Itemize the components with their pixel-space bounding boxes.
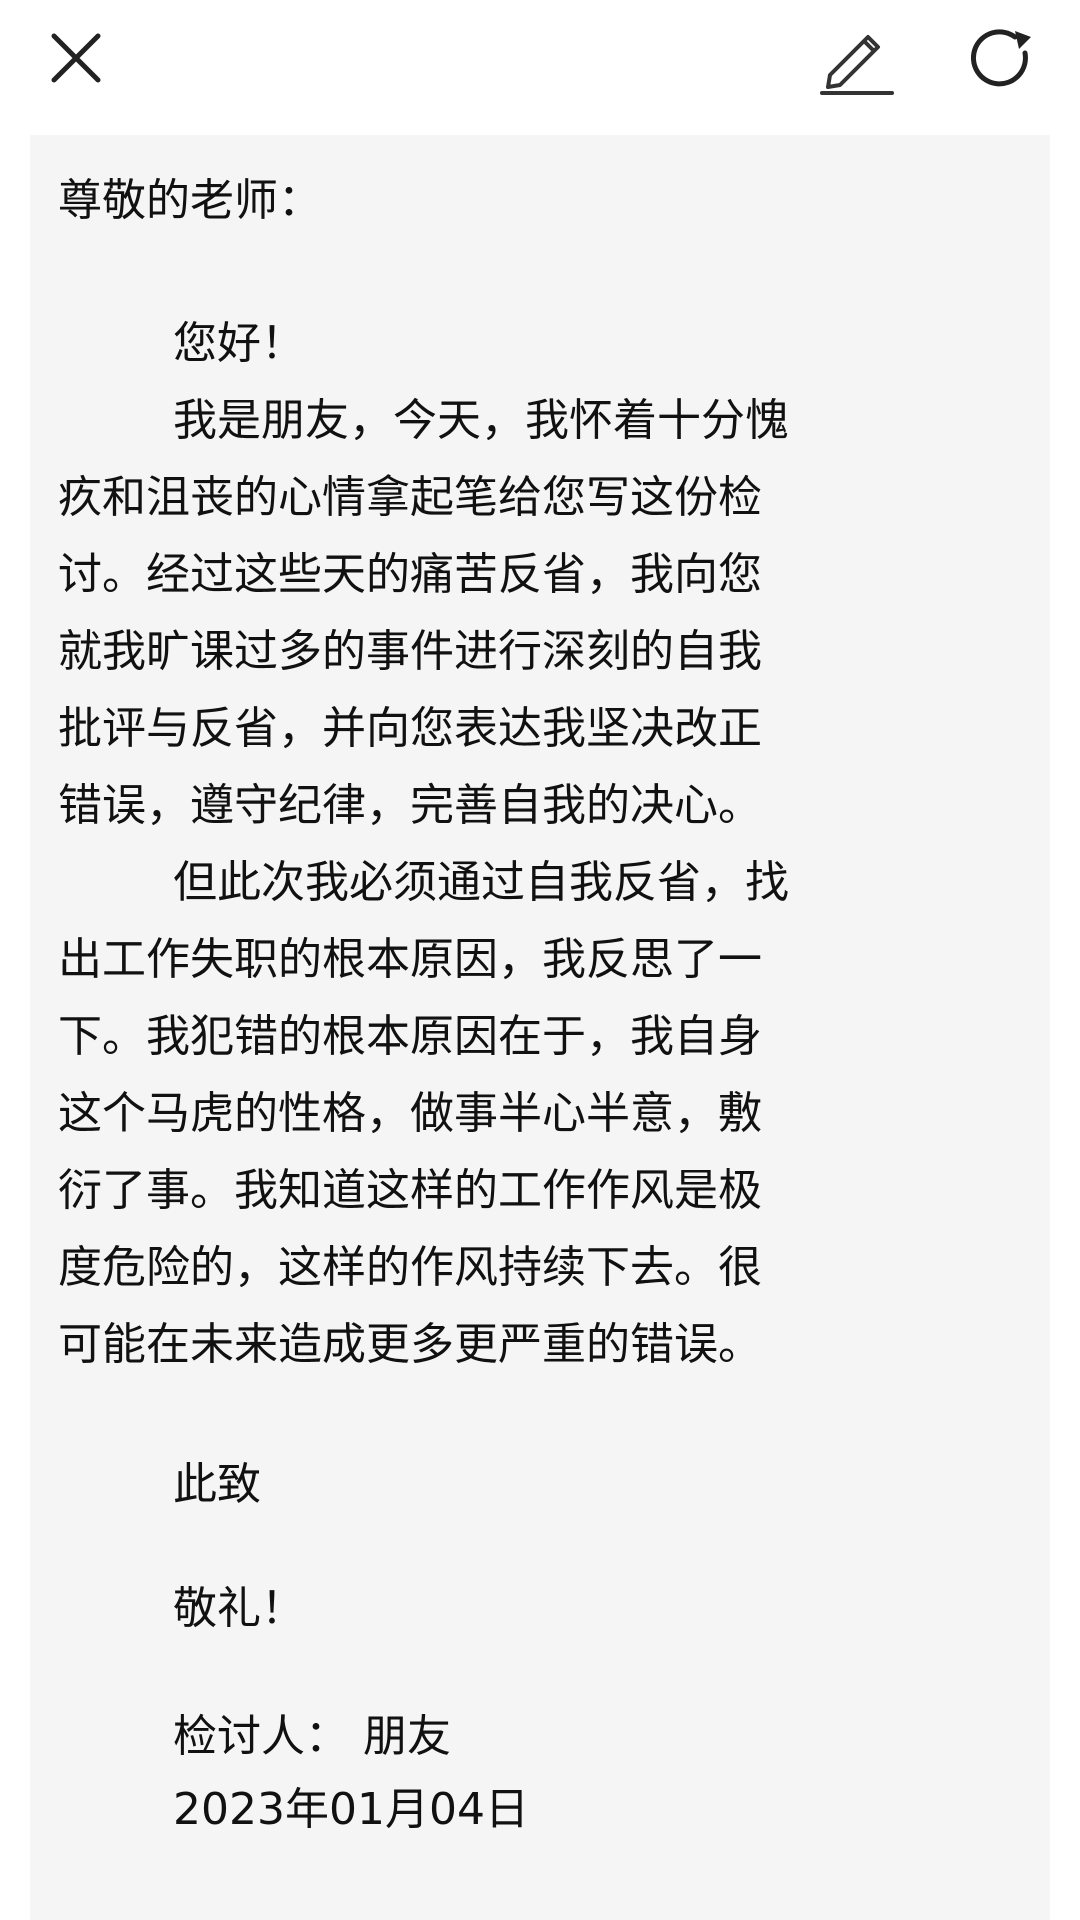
letter-paper: 尊敬的老师： 您好！ 我是朋友，今天，我怀着十分愧 疚和沮丧的心情拿起笔给您写这… bbox=[30, 135, 1050, 1920]
letter-body: 您好！ 我是朋友，今天，我怀着十分愧 疚和沮丧的心情拿起笔给您写这份检 讨。经过… bbox=[58, 305, 789, 1383]
greeting: 您好！ bbox=[173, 318, 305, 369]
edit-button[interactable] bbox=[812, 20, 902, 100]
regards-phrase: 敬礼！ bbox=[173, 1583, 305, 1634]
paragraph1-line: 疚和沮丧的心情拿起笔给您写这份检 bbox=[58, 472, 762, 523]
signer-line: 检讨人： 朋友 bbox=[173, 1711, 451, 1762]
closing-phrase: 此致 bbox=[173, 1459, 261, 1510]
paragraph2-line: 但此次我必须通过自我反省，找 bbox=[173, 857, 789, 908]
salutation: 尊敬的老师： bbox=[58, 175, 322, 226]
refresh-button[interactable] bbox=[962, 22, 1042, 98]
paragraph1-line: 就我旷课过多的事件进行深刻的自我 bbox=[58, 626, 762, 677]
paragraph2-line: 下。我犯错的根本原因在于，我自身 bbox=[58, 1011, 762, 1062]
paragraph2-line: 衍了事。我知道这样的工作作风是极 bbox=[58, 1165, 762, 1216]
pencil-icon bbox=[820, 35, 894, 95]
paragraph1-line: 我是朋友，今天，我怀着十分愧 bbox=[173, 395, 789, 446]
paragraph2-line: 可能在未来造成更多更严重的错误。 bbox=[58, 1319, 762, 1370]
close-icon bbox=[51, 33, 101, 83]
paragraph1-line: 讨。经过这些天的痛苦反省，我向您 bbox=[58, 549, 762, 600]
paragraph2-line: 度危险的，这样的作风持续下去。很 bbox=[58, 1242, 762, 1293]
paragraph2-line: 这个马虎的性格，做事半心半意，敷 bbox=[58, 1088, 762, 1139]
refresh-icon bbox=[971, 29, 1031, 87]
top-toolbar bbox=[0, 0, 1080, 135]
paragraph1-line: 批评与反省，并向您表达我坚决改正 bbox=[58, 703, 762, 754]
close-button[interactable] bbox=[36, 22, 116, 94]
paragraph1-line: 错误，遵守纪律，完善自我的决心。 bbox=[58, 780, 762, 831]
paragraph2-line: 出工作失职的根本原因，我反思了一 bbox=[58, 934, 762, 985]
letter-date: 2023年01月04日 bbox=[173, 1784, 529, 1835]
